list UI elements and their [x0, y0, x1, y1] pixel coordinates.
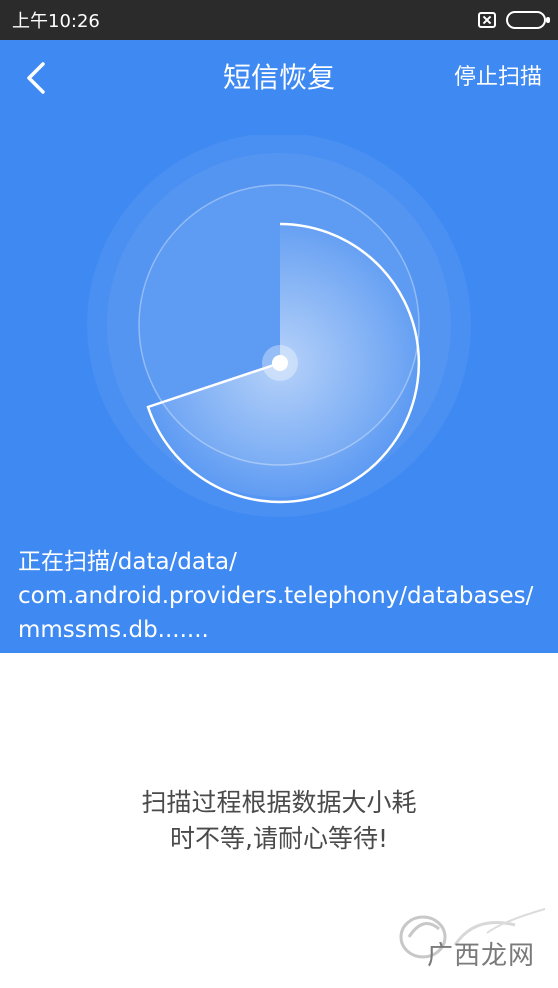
status-bar: 上午10:26 — [0, 0, 558, 40]
scan-path-line3: mmssms.db....... — [18, 617, 209, 643]
radar-scanner — [87, 135, 471, 517]
radar-center-dot — [272, 355, 288, 371]
watermark-brand: 广西龙网 — [427, 941, 536, 971]
scan-path-line2: com.android.providers.telephony/database… — [18, 583, 534, 609]
top-app-bar: 短信恢复 停止扫描 — [0, 40, 558, 116]
sim-off-icon — [478, 12, 496, 28]
wait-hint: 扫描过程根据数据大小耗 时不等,请耐心等待! — [0, 785, 558, 857]
watermark: 广西龙网 — [395, 885, 555, 985]
status-icons — [478, 11, 550, 29]
stop-scan-button[interactable]: 停止扫描 — [454, 60, 542, 96]
hint-line1: 扫描过程根据数据大小耗 — [141, 788, 417, 817]
hint-line2: 时不等,请耐心等待! — [170, 824, 388, 853]
status-time: 上午10:26 — [12, 11, 100, 32]
scan-path-line1: 正在扫描/data/data/ — [18, 549, 237, 575]
battery-icon — [506, 11, 550, 29]
scan-status-text: 正在扫描/data/data/ com.android.providers.te… — [18, 545, 548, 647]
scan-panel: 短信恢复 停止扫描 正在扫描/data/data/ com.android.pr… — [0, 40, 558, 653]
